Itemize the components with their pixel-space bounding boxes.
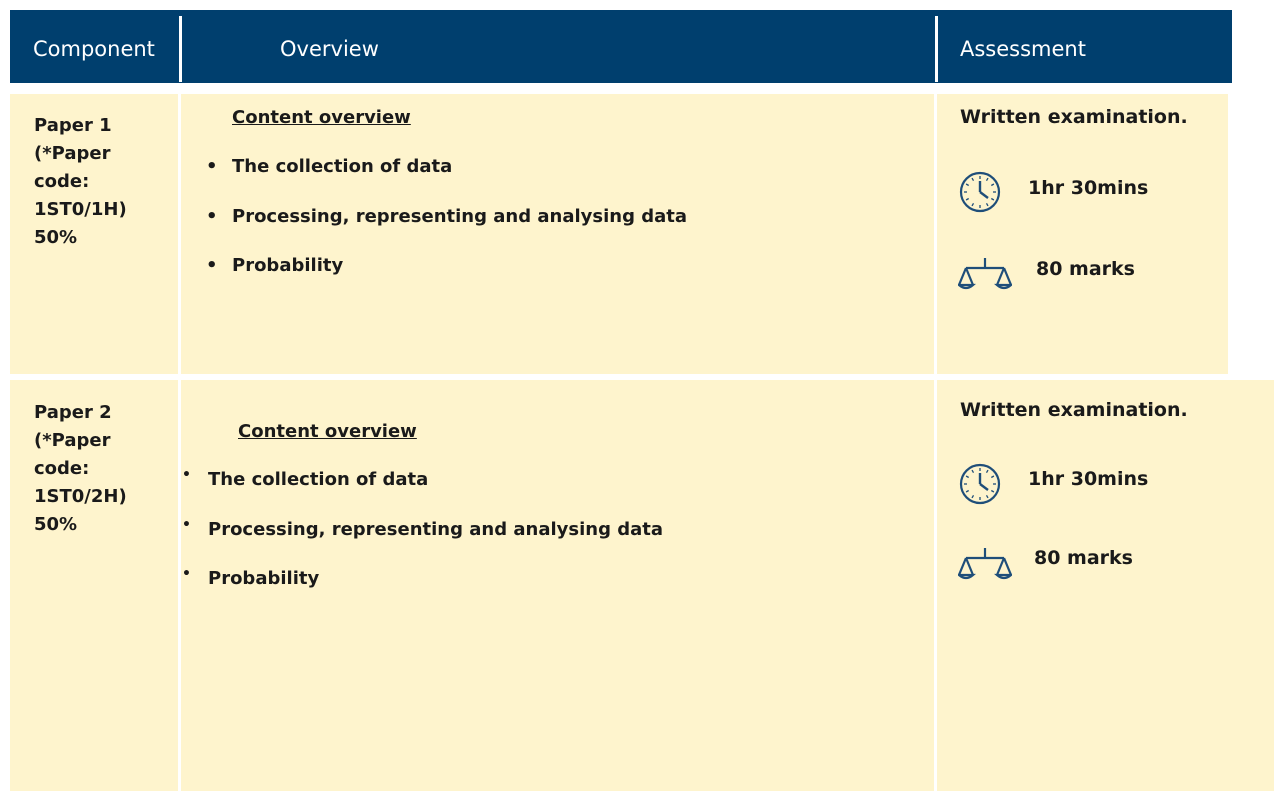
content-overview-heading: Content overview bbox=[238, 421, 417, 442]
marks-label: 80 marks bbox=[1034, 547, 1133, 569]
table-header: Component Overview Assessment bbox=[10, 10, 1232, 83]
clock-icon bbox=[958, 462, 1002, 506]
column-divider bbox=[178, 94, 181, 791]
table-row bbox=[10, 94, 1228, 374]
table-row bbox=[10, 380, 1274, 791]
component-label: Paper 1 (*Paper code: 1ST0/1H) 50% bbox=[34, 115, 127, 248]
duration-label: 1hr 30mins bbox=[1028, 177, 1149, 199]
duration-label: 1hr 30mins bbox=[1028, 468, 1149, 490]
list-item-label: The collection of data bbox=[232, 156, 453, 177]
duration-row: 1hr 30mins bbox=[958, 462, 1148, 506]
list-item-label: Processing, representing and analysing d… bbox=[208, 519, 664, 540]
header-divider bbox=[179, 16, 182, 82]
scales-icon bbox=[958, 544, 1012, 584]
list-item-label: Probability bbox=[208, 568, 320, 589]
marks-row: 80 marks bbox=[958, 544, 1133, 584]
duration-row: 1hr 30mins bbox=[958, 170, 1148, 214]
content-overview-heading: Content overview bbox=[232, 107, 411, 128]
marks-row: 80 marks bbox=[958, 254, 1135, 294]
column-divider bbox=[934, 94, 937, 791]
clock-icon bbox=[958, 170, 1002, 214]
marks-label: 80 marks bbox=[1036, 258, 1135, 280]
scales-icon bbox=[958, 254, 1012, 294]
assessment-type: Written examination. bbox=[960, 399, 1188, 421]
header-assessment: Assessment bbox=[960, 37, 1086, 61]
header-overview: Overview bbox=[280, 37, 379, 61]
component-label: Paper 2 (*Paper code: 1ST0/2H) 50% bbox=[34, 402, 127, 535]
list-item-label: The collection of data bbox=[208, 469, 429, 490]
assessment-type: Written examination. bbox=[960, 106, 1188, 128]
header-divider bbox=[935, 16, 938, 82]
header-component: Component bbox=[33, 37, 155, 61]
list-item-label: Processing, representing and analysing d… bbox=[232, 206, 688, 227]
list-item-label: Probability bbox=[232, 255, 344, 276]
